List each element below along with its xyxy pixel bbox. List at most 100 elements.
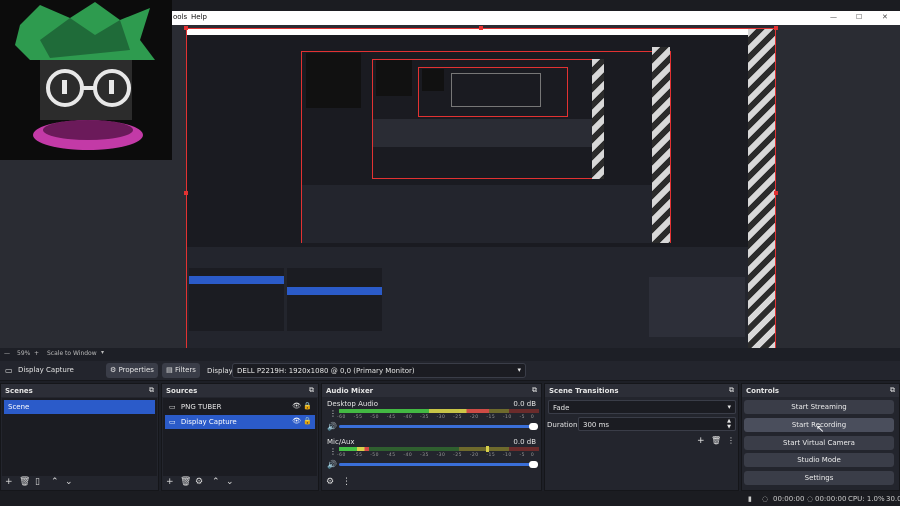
channel-name: Desktop Audio [327,400,378,408]
tick: -40 [403,415,413,420]
gear-icon[interactable]: ⚙ [195,477,203,487]
dock-undock-icon[interactable]: ⧉ [729,386,734,395]
resize-handle[interactable] [774,191,778,195]
scenes-dock: Scenes ⧉ Scene + 🗑 ▯ ⌃ ⌄ [0,383,159,491]
tick: -25 [453,453,463,458]
studio-mode-button[interactable]: Studio Mode [744,453,894,467]
zoom-in-icon[interactable]: + [34,350,39,357]
trash-icon[interactable]: 🗑 [19,477,30,487]
scale-mode[interactable]: Scale to Window [47,350,97,357]
start-streaming-button[interactable]: Start Streaming [744,400,894,414]
transition-type: Fade [553,404,570,412]
mixer-channels: Desktop Audio 0.0 dB ⋮ -60 -55 -50 -45 -… [323,398,540,476]
monitor-icon: ▭ [5,366,13,375]
volume-slider-knob[interactable] [529,461,538,468]
preview-zoom-bar: — 59% + Scale to Window ▾ [0,348,900,360]
record-status-icon: ◌ [807,495,814,503]
volume-slider-knob[interactable] [529,423,538,430]
filters-button[interactable]: ▤ Filters [162,363,200,378]
tick: -10 [502,415,512,420]
tick: -50 [370,415,380,420]
duration-value: 300 ms [583,421,610,429]
source-item-display-capture[interactable]: ▭ Display Capture 👁 🔒 [165,415,315,429]
meter-ticks: -60 -55 -50 -45 -40 -35 -30 -25 -20 -15 … [337,415,534,420]
tick: -20 [469,453,479,458]
add-icon[interactable]: + [5,477,13,487]
avatar-image [0,0,172,160]
scenes-toolbar: + 🗑 ▯ ⌃ ⌄ [1,476,158,490]
image-icon: ▭ [169,403,176,411]
trash-icon[interactable]: 🗑 [180,477,191,487]
transition-select[interactable]: Fade ▾ [548,400,736,414]
dock-undock-icon[interactable]: ⧉ [149,386,154,395]
tick: -30 [436,453,446,458]
add-icon[interactable]: + [697,436,705,446]
tick: -35 [419,453,429,458]
menu-tools[interactable]: ools [173,13,187,21]
menu-dots-icon[interactable]: ⋮ [342,477,351,487]
settings-button[interactable]: Settings [744,471,894,485]
resize-handle[interactable] [184,191,188,195]
dock-undock-icon[interactable]: ⧉ [890,386,895,395]
minimize-icon[interactable]: — [830,13,837,21]
channel-level: 0.0 dB [513,438,536,446]
source-label: PNG TUBER [180,403,222,411]
tick: -30 [436,415,446,420]
speaker-icon[interactable]: 🔊 [327,460,337,469]
resize-handle[interactable] [184,26,188,30]
filter-icon[interactable]: ▯ [35,477,40,487]
tick: -10 [502,453,512,458]
transitions-title: Scene Transitions [545,384,738,397]
channel-level: 0.0 dB [513,400,536,408]
volume-meter-level [339,409,489,413]
tick: -55 [353,415,363,420]
selection-box[interactable] [186,28,776,350]
tick: -55 [353,453,363,458]
zoom-out-icon[interactable]: — [4,350,10,357]
duration-input[interactable]: 300 ms ▲ ▼ [578,417,736,431]
scenes-title: Scenes [1,384,158,397]
trash-icon[interactable]: 🗑 [711,436,721,445]
volume-slider[interactable] [339,463,535,466]
tick: -45 [386,453,396,458]
lock-icon[interactable]: 🔒 [303,417,312,425]
controls-title: Controls [742,384,899,397]
meter-ticks: -60 -55 -50 -45 -40 -35 -30 -25 -20 -15 … [337,453,534,458]
maximize-icon[interactable]: ☐ [856,13,862,21]
channel-name: Mic/Aux [327,438,355,446]
display-select[interactable]: DELL P2219H: 1920x1080 @ 0,0 (Primary Mo… [232,363,526,378]
scale-dropdown-icon[interactable]: ▾ [101,349,104,356]
scene-item[interactable]: Scene [4,400,155,414]
move-down-icon[interactable]: ⌄ [65,477,73,487]
menu-help[interactable]: Help [191,13,207,21]
resize-handle[interactable] [479,26,483,30]
dock-undock-icon[interactable]: ⧉ [309,386,314,395]
zoom-level[interactable]: 59% [17,350,30,357]
lock-icon[interactable]: 🔒 [303,402,312,410]
source-item-pngtuber[interactable]: ▭ PNG TUBER 👁 🔒 [165,400,315,414]
tick: -25 [453,415,463,420]
pngtuber-avatar [0,0,172,160]
close-icon[interactable]: ✕ [882,13,888,21]
gear-icon[interactable]: ⚙ [326,477,334,487]
tick: -15 [486,453,496,458]
speaker-icon[interactable]: 🔊 [327,422,337,431]
channel-menu-icon[interactable]: ⋮ [329,409,337,418]
channel-menu-icon[interactable]: ⋮ [329,447,337,456]
move-up-icon[interactable]: ⌃ [51,477,59,487]
dock-undock-icon[interactable]: ⧉ [532,386,537,395]
tick: -45 [386,415,396,420]
volume-slider[interactable] [339,425,535,428]
eye-icon[interactable]: 👁 [292,402,301,410]
eye-icon[interactable]: 👁 [292,417,301,425]
spinner-icon[interactable]: ▲ ▼ [727,418,731,430]
properties-button[interactable]: ⚙ Properties [106,363,158,378]
add-icon[interactable]: + [166,477,174,487]
start-virtual-camera-button[interactable]: Start Virtual Camera [744,436,894,450]
move-up-icon[interactable]: ⌃ [212,477,220,487]
menu-dots-icon[interactable]: ⋮ [727,436,735,445]
resize-handle[interactable] [774,26,778,30]
stream-status-icon: ◌ [762,495,769,503]
audio-mixer-title: Audio Mixer [322,384,541,397]
move-down-icon[interactable]: ⌄ [226,477,234,487]
